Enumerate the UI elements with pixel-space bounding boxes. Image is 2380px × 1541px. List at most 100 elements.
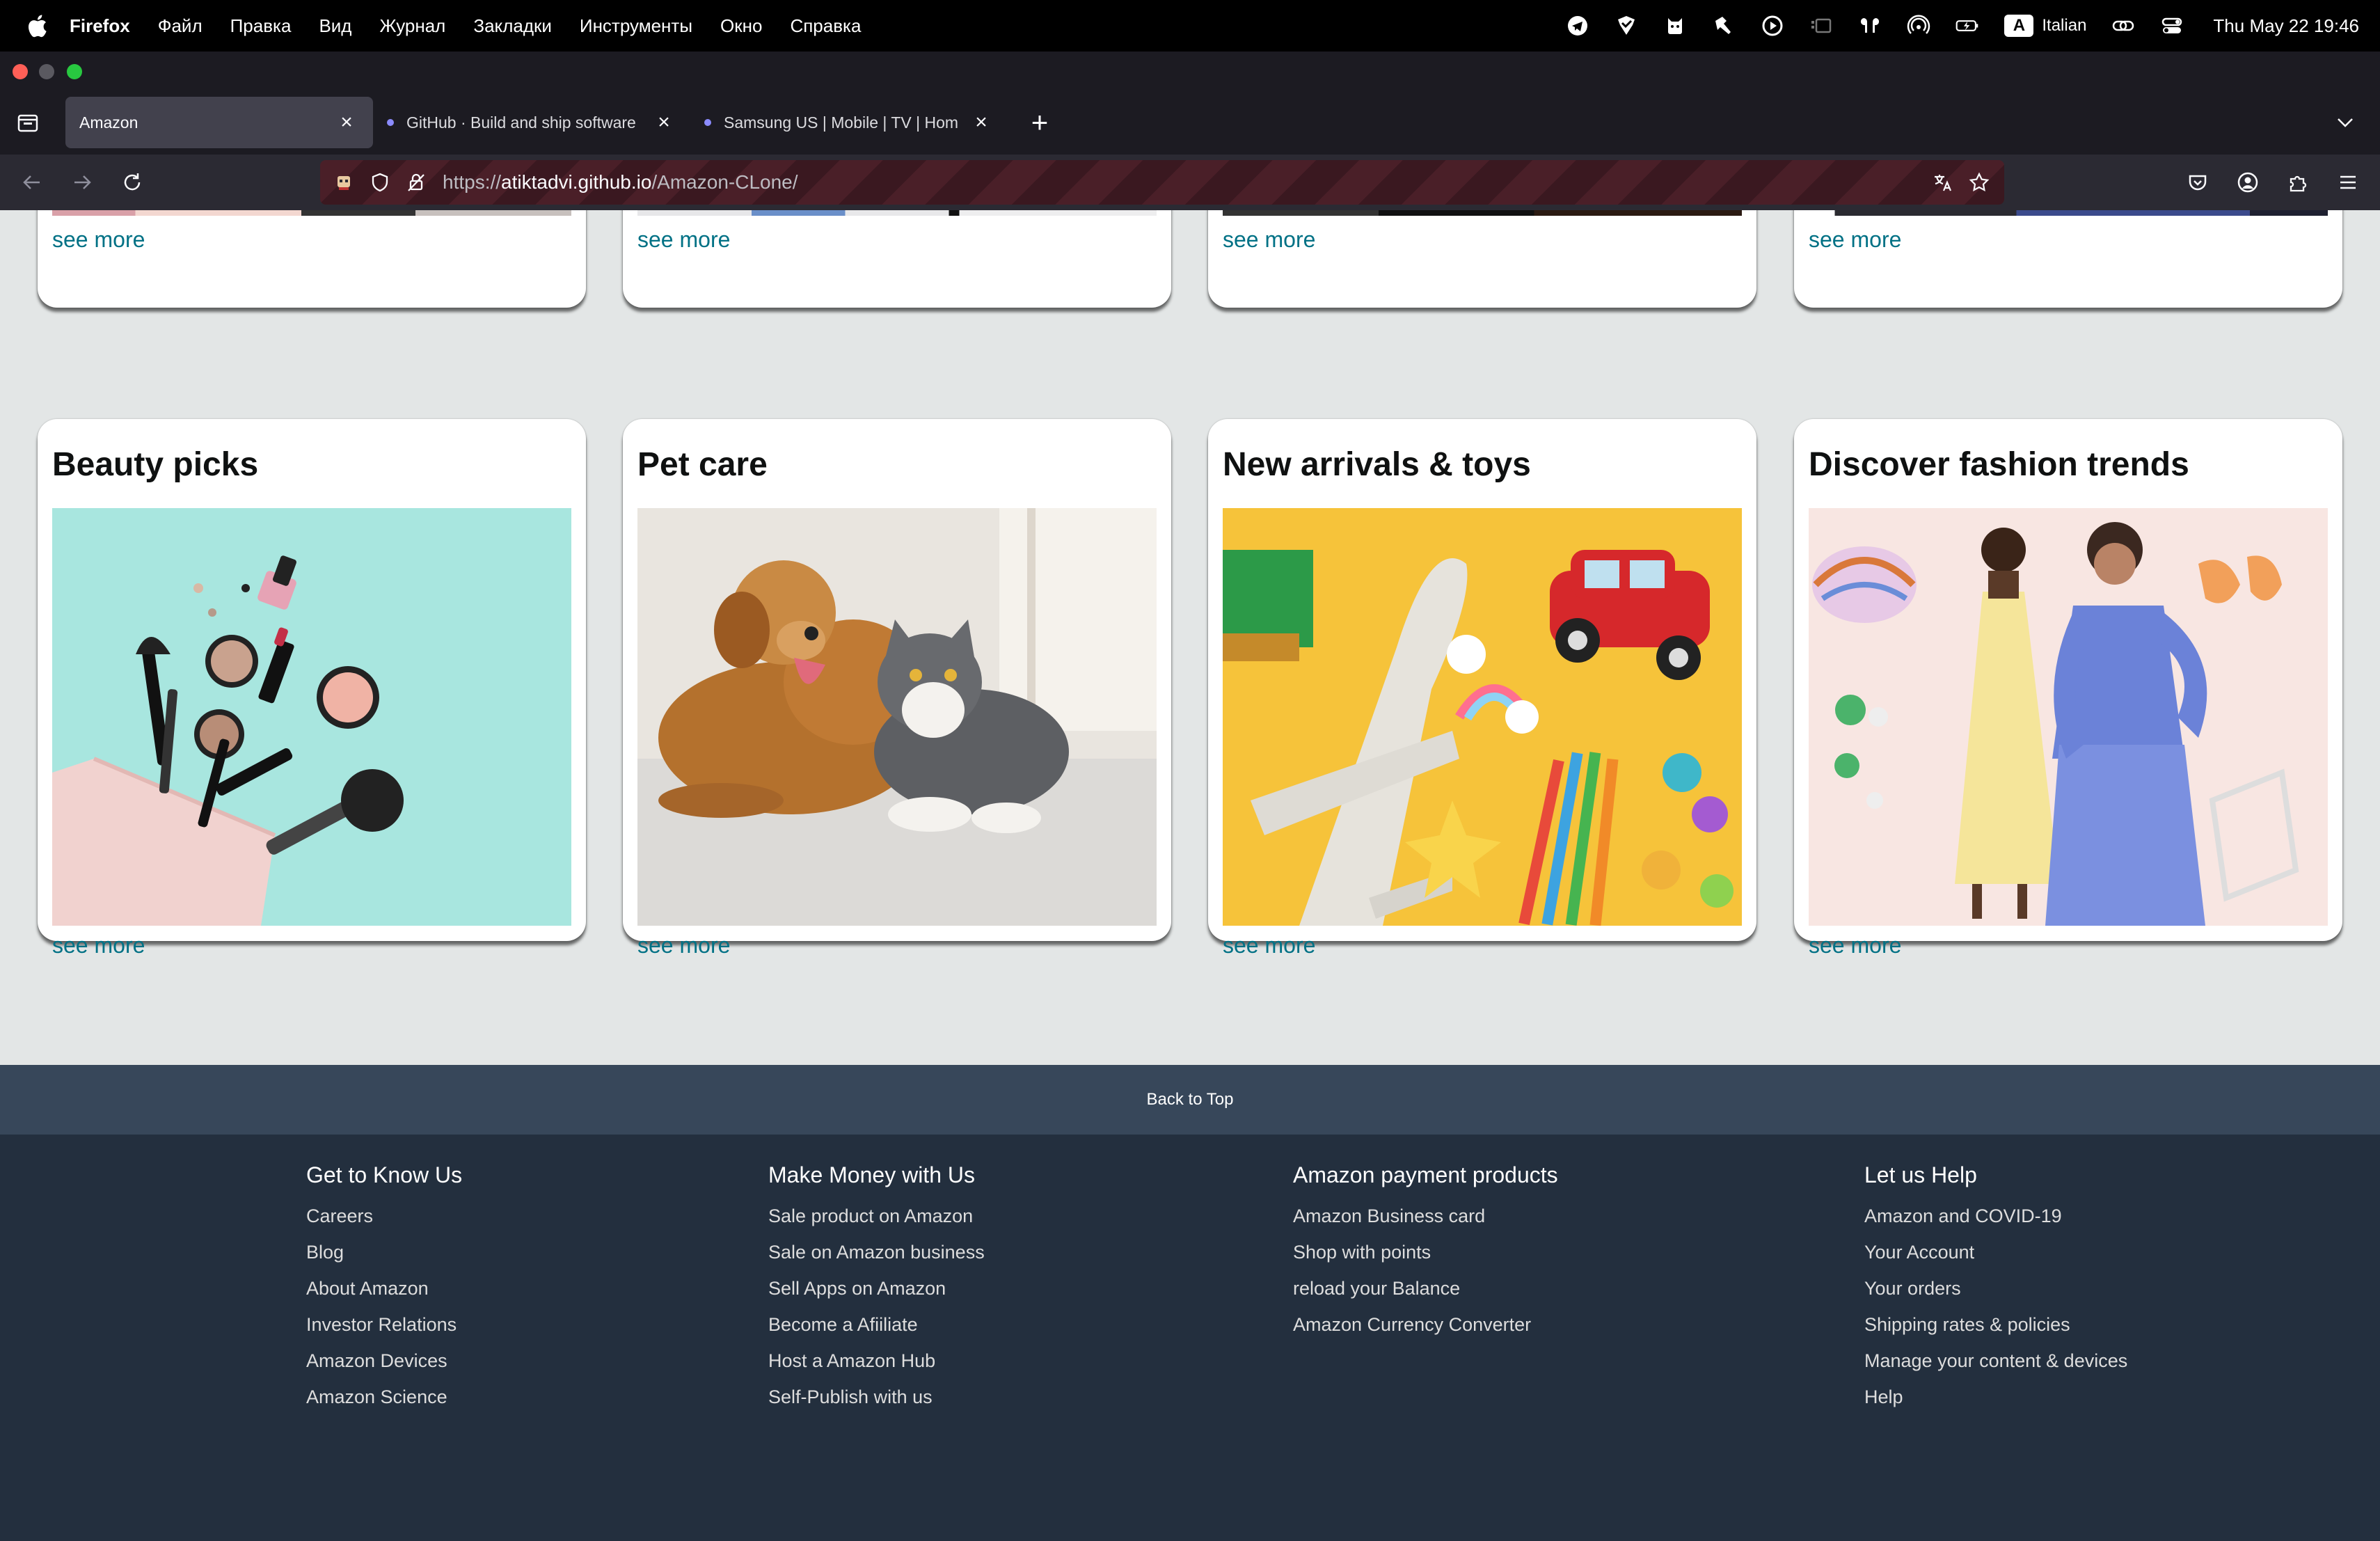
footer-link[interactable]: Shipping rates & policies [1864, 1306, 2127, 1343]
hamburger-menu-icon [2340, 175, 2356, 189]
telegram-icon[interactable] [1553, 0, 1602, 52]
menu-tools[interactable]: Инструменты [566, 0, 706, 52]
control-center-icon[interactable] [2148, 0, 2196, 52]
footer-link[interactable]: Host a Amazon Hub [768, 1343, 985, 1379]
remote-control-robot-icon[interactable] [326, 160, 362, 205]
footer-link[interactable]: Sale on Amazon business [768, 1234, 985, 1270]
toys-image[interactable] [1223, 508, 1742, 926]
footer-link[interactable]: Amazon Devices [306, 1343, 462, 1379]
see-more-link[interactable]: see more [52, 227, 145, 253]
minimize-window-button[interactable] [39, 64, 54, 79]
input-source-menu[interactable]: A Italian [1992, 15, 2099, 37]
close-window-button[interactable] [13, 64, 28, 79]
menu-history[interactable]: Журнал [365, 0, 459, 52]
url-scheme: https:// [443, 171, 502, 193]
forward-button[interactable] [57, 157, 107, 207]
lock-icon[interactable] [398, 160, 434, 205]
menu-file[interactable]: Файл [144, 0, 216, 52]
airpods-icon[interactable] [1846, 0, 1894, 52]
site-footer: Get to Know Us Careers Blog About Amazon… [0, 1135, 2380, 1541]
zoom-window-button[interactable] [67, 64, 82, 79]
tab-title: Amazon [79, 113, 138, 132]
footer-link[interactable]: Careers [306, 1198, 462, 1234]
footer-link[interactable]: Manage your content & devices [1864, 1343, 2127, 1379]
tracking-protection-shield-icon[interactable] [362, 160, 398, 205]
arrow-right-icon [74, 175, 91, 189]
see-more-link[interactable]: see more [637, 227, 730, 253]
see-more-link[interactable]: see more [637, 933, 730, 958]
tab-github[interactable]: GitHub · Build and ship software × [373, 97, 690, 148]
app-menu-button[interactable] [2323, 157, 2373, 207]
menubar-clock[interactable]: Thu May 22 19:46 [2196, 15, 2359, 37]
extensions-button[interactable] [2273, 157, 2323, 207]
see-more-link[interactable]: see more [1809, 933, 1901, 958]
footer-link[interactable]: Amazon Science [306, 1379, 462, 1415]
hammer-icon[interactable] [1699, 0, 1748, 52]
product-card-beauty: Beauty picks see more [38, 419, 586, 958]
url-host: atiktadvi.github.io [501, 171, 652, 193]
bookmark-star-icon[interactable] [1961, 160, 1997, 205]
reload-button[interactable] [107, 157, 157, 207]
footer-link[interactable]: Self-Publish with us [768, 1379, 985, 1415]
new-tab-button[interactable]: + [1015, 97, 1065, 148]
close-tab-icon[interactable]: × [651, 110, 676, 135]
menu-help[interactable]: Справка [776, 0, 875, 52]
window-titlebar [0, 52, 2380, 90]
tab-loading-dot-icon [704, 119, 711, 126]
footer-column-heading: Let us Help [1864, 1162, 1977, 1187]
footer-link[interactable]: Help [1864, 1379, 2127, 1415]
link-icon[interactable] [2099, 0, 2148, 52]
card-title: New arrivals & toys [1223, 446, 1531, 483]
macos-menu-bar: Firefox Файл Правка Вид Журнал Закладки … [0, 0, 2380, 52]
see-more-link[interactable]: see more [52, 933, 145, 958]
footer-link[interactable]: Amazon and COVID-19 [1864, 1198, 2127, 1234]
footer-link[interactable]: About Amazon [306, 1270, 462, 1306]
pocket-button[interactable] [2173, 157, 2223, 207]
stage-manager-icon[interactable] [1797, 0, 1846, 52]
footer-link[interactable]: Your Account [1864, 1234, 2127, 1270]
fashion-models-image[interactable] [1809, 508, 2328, 926]
dog-and-cat-image[interactable] [637, 508, 1157, 926]
footer-link[interactable]: Your orders [1864, 1270, 2127, 1306]
play-circle-icon[interactable] [1748, 0, 1797, 52]
cat-icon[interactable] [1651, 0, 1699, 52]
firefox-view-button[interactable] [0, 90, 56, 155]
see-more-link[interactable]: see more [1809, 227, 1901, 253]
close-tab-icon[interactable]: × [334, 110, 359, 135]
footer-link[interactable]: reload your Balance [1293, 1270, 1558, 1306]
tab-amazon[interactable]: Amazon × [65, 97, 373, 148]
footer-link[interactable]: Amazon Currency Converter [1293, 1306, 1558, 1343]
list-all-tabs-button[interactable] [2324, 102, 2366, 143]
see-more-link[interactable]: see more [1223, 227, 1315, 253]
account-button[interactable] [2223, 157, 2273, 207]
menu-app-name[interactable]: Firefox [56, 0, 144, 52]
translate-page-icon[interactable] [1925, 160, 1961, 205]
tab-samsung[interactable]: Samsung US | Mobile | TV | Hom × [690, 97, 1008, 148]
footer-link[interactable]: Sell Apps on Amazon [768, 1270, 985, 1306]
see-more-link[interactable]: see more [1223, 933, 1315, 958]
footer-link[interactable]: Amazon Business card [1293, 1198, 1558, 1234]
airdrop-icon[interactable] [1894, 0, 1943, 52]
footer-link[interactable]: Blog [306, 1234, 462, 1270]
url-text[interactable]: https://atiktadvi.github.io/Amazon-CLone… [443, 171, 798, 193]
apple-logo-icon[interactable] [18, 0, 56, 52]
footer-link[interactable]: Shop with points [1293, 1234, 1558, 1270]
back-button[interactable] [7, 157, 57, 207]
vpn-shield-icon[interactable] [1602, 0, 1651, 52]
product-card: see more [1794, 210, 2342, 308]
footer-link[interactable]: Become a Afiiliate [768, 1306, 985, 1343]
menu-window[interactable]: Окно [706, 0, 776, 52]
card-image [52, 210, 571, 216]
footer-column-payment-products: Amazon payment products Amazon Business … [1293, 1162, 1558, 1343]
footer-column-heading: Make Money with Us [768, 1162, 975, 1187]
menu-bookmarks[interactable]: Закладки [459, 0, 566, 52]
footer-link[interactable]: Sale product on Amazon [768, 1198, 985, 1234]
puzzle-piece-icon [2290, 175, 2307, 192]
back-to-top-button[interactable]: Back to Top [0, 1065, 2380, 1135]
footer-link[interactable]: Investor Relations [306, 1306, 462, 1343]
address-bar[interactable]: https://atiktadvi.github.io/Amazon-CLone… [320, 160, 2004, 205]
menu-view[interactable]: Вид [305, 0, 365, 52]
menu-edit[interactable]: Правка [216, 0, 306, 52]
close-tab-icon[interactable]: × [969, 110, 994, 135]
makeup-products-image[interactable] [52, 508, 571, 926]
